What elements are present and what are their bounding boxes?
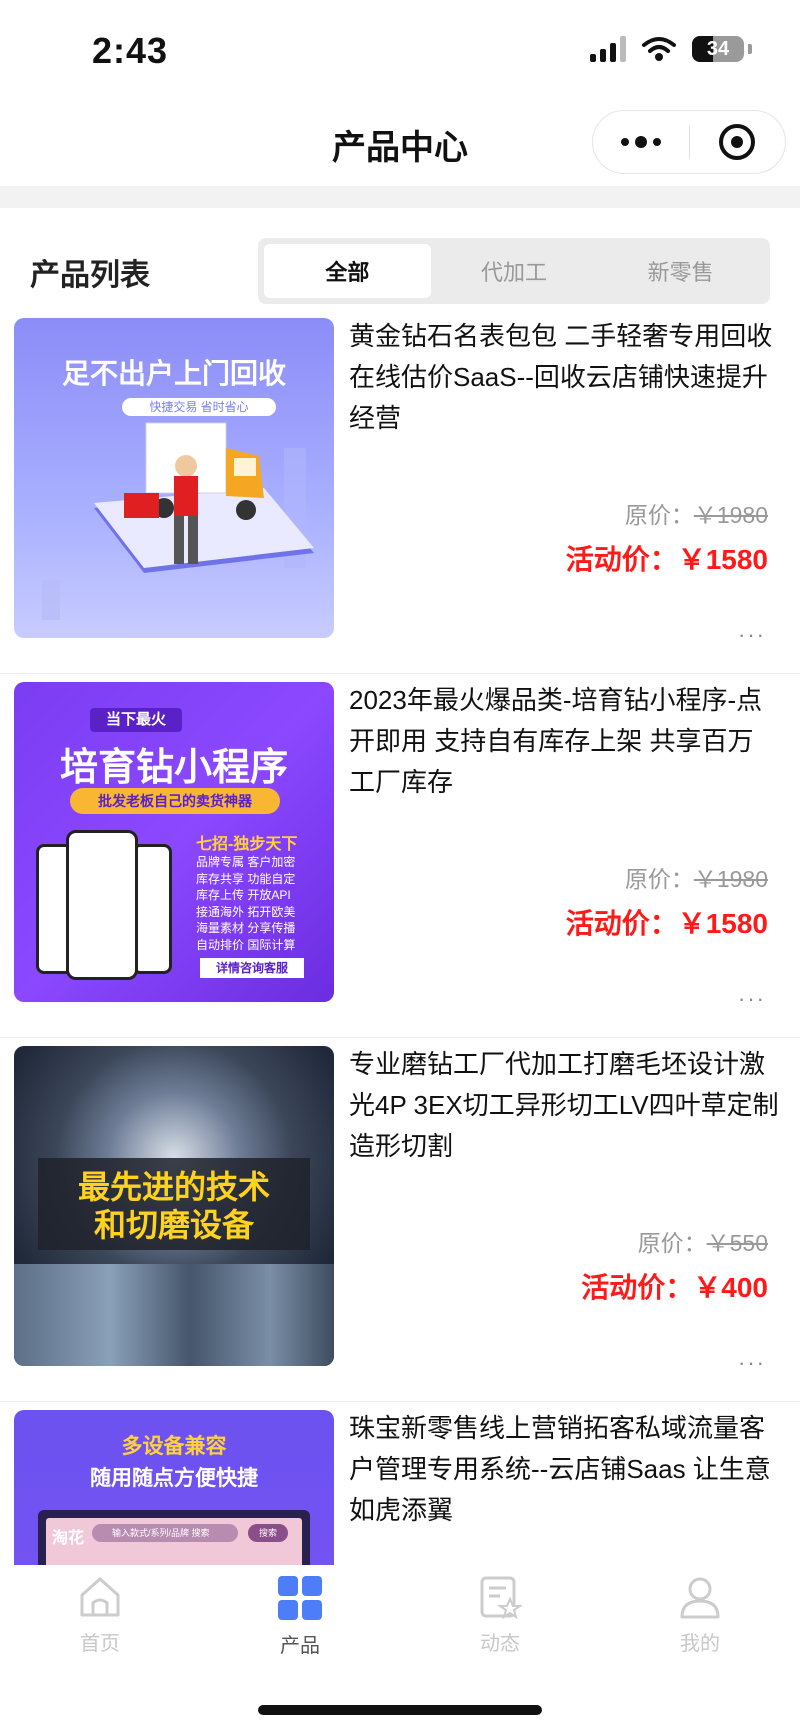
more-menu-button[interactable] — [593, 111, 689, 173]
original-price-value: ￥1980 — [693, 866, 768, 892]
product-card[interactable]: 多设备兼容 随用随点方便快捷 淘花 输入款式/系列/品牌 搜索 搜索 珠宝新零售… — [0, 1402, 800, 1565]
home-icon — [80, 1577, 120, 1617]
section-title: 产品列表 — [30, 259, 150, 292]
product-card[interactable]: 最先进的技术 和切磨设备 专业磨钻工厂代加工打磨毛坯设计激光4P 3EX切工异形… — [0, 1038, 800, 1402]
user-icon — [680, 1577, 720, 1619]
tab-label: 产品 — [280, 1635, 320, 1657]
original-price-value: ￥1980 — [693, 502, 768, 528]
product-card[interactable]: 足不出户上门回收 快捷交易 省时省心 黄金钻石名表包包 二手轻奢专用回收在线估价… — [0, 310, 800, 674]
mock-search-button: 搜索 — [248, 1524, 288, 1542]
sale-price-label: 活动价： — [581, 1272, 694, 1303]
battery-level: 34 — [706, 37, 730, 60]
feature-item: 海量素材 分享传播 — [196, 921, 296, 935]
sale-price-value: ￥1580 — [677, 908, 768, 939]
phone-mockups — [36, 830, 172, 980]
feature-list-title: 七招-独步天下 — [196, 836, 298, 853]
monitor-mockup: 淘花 输入款式/系列/品牌 搜索 搜索 — [38, 1510, 310, 1565]
feature-item: 品牌专属 客户加密 — [196, 855, 296, 869]
product-title[interactable]: 珠宝新零售线上营销拓客私域流量客户管理专用系统--云店铺Saas 让生意如虎添翼 — [349, 1408, 779, 1531]
product-list[interactable]: 足不出户上门回收 快捷交易 省时省心 黄金钻石名表包包 二手轻奢专用回收在线估价… — [0, 310, 800, 1565]
tab-profile[interactable]: 我的 — [600, 1565, 800, 1675]
battery-tip — [748, 44, 752, 54]
feature-item: 库存上传 开放API — [196, 888, 291, 902]
workshop-photo — [14, 1264, 334, 1366]
tab-label: 动态 — [480, 1633, 520, 1655]
sale-price: 活动价：￥1580 — [566, 538, 768, 578]
nav-header: 产品中心 — [0, 100, 800, 186]
sale-price: 活动价：￥1580 — [566, 902, 768, 942]
mock-search-field: 输入款式/系列/品牌 搜索 — [92, 1524, 238, 1542]
tab-all[interactable]: 全部 — [264, 244, 431, 298]
more-dots-icon — [620, 136, 661, 148]
image-subline: 快捷交易 省时省心 — [122, 398, 276, 416]
original-price-label: 原价： — [624, 866, 694, 892]
image-headline-2: 随用随点方便快捷 — [90, 1467, 258, 1490]
home-indicator — [258, 1705, 542, 1715]
product-title[interactable]: 2023年最火爆品类-培育钻小程序-点开即用 支持自有库存上架 共享百万工厂库存 — [349, 680, 779, 803]
tab-home[interactable]: 首页 — [0, 1565, 200, 1675]
image-headline: 培育钻小程序 — [59, 747, 288, 789]
image-headline-1: 多设备兼容 — [121, 1435, 227, 1458]
tab-label: 首页 — [80, 1633, 120, 1655]
sale-price: 活动价：￥400 — [581, 1266, 768, 1306]
sale-price-label: 活动价： — [565, 908, 678, 939]
status-time: 2:43 — [92, 30, 169, 71]
image-cta: 详情咨询客服 — [200, 958, 304, 978]
tab-label: 我的 — [680, 1633, 720, 1655]
product-title[interactable]: 专业磨钻工厂代加工打磨毛坯设计激光4P 3EX切工异形切工LV四叶草定制造形切割 — [349, 1044, 779, 1167]
tab-news[interactable]: 动态 — [400, 1565, 600, 1675]
product-image[interactable]: 足不出户上门回收 快捷交易 省时省心 — [14, 318, 334, 638]
feature-item: 自动排价 国际计算 — [196, 937, 296, 952]
image-tag: 当下最火 — [90, 708, 182, 732]
product-image[interactable]: 最先进的技术 和切磨设备 — [14, 1046, 334, 1366]
product-title[interactable]: 黄金钻石名表包包 二手轻奢专用回收在线估价SaaS--回收云店铺快速提升经营 — [349, 316, 779, 439]
brand-logo: 淘花 — [52, 1530, 85, 1547]
tab-oem[interactable]: 代加工 — [431, 244, 598, 298]
target-icon — [719, 124, 756, 160]
product-list-header: 产品列表 全部 代加工 新零售 — [0, 208, 800, 310]
image-headline-2: 和切磨设备 — [93, 1207, 254, 1243]
original-price: 原价：￥1980 — [625, 496, 768, 530]
divider-band — [0, 186, 800, 208]
original-price: 原价：￥1980 — [625, 860, 768, 894]
feature-list: 品牌专属 客户加密 库存共享 功能自定 库存上传 开放API 接通海外 拓开欧美… — [196, 854, 295, 953]
feature-item: 库存共享 功能自定 — [196, 871, 296, 886]
status-icons: 34 — [590, 36, 752, 62]
news-icon — [480, 1576, 522, 1619]
category-tabs: 全部 代加工 新零售 — [258, 238, 770, 304]
original-price-label: 原价： — [637, 1230, 707, 1256]
grid-icon — [278, 1576, 322, 1620]
feature-item: 接通海外 拓开欧美 — [196, 904, 296, 919]
tab-products[interactable]: 产品 — [200, 1565, 400, 1675]
sale-price-value: ￥400 — [693, 1272, 768, 1303]
image-headline: 足不出户上门回收 — [61, 358, 286, 389]
sale-price-value: ￥1580 — [677, 544, 768, 575]
wifi-icon — [642, 37, 676, 61]
tab-new-retail[interactable]: 新零售 — [597, 244, 764, 298]
sale-price-label: 活动价： — [565, 544, 678, 575]
product-image[interactable]: 多设备兼容 随用随点方便快捷 淘花 输入款式/系列/品牌 搜索 搜索 — [14, 1410, 334, 1565]
bottom-tab-bar: 首页 产品 动态 我的 — [0, 1565, 800, 1731]
original-price-value: ￥550 — [706, 1230, 768, 1256]
more-options-button[interactable]: ··· — [738, 622, 766, 648]
cellular-signal-icon — [590, 36, 626, 62]
more-options-button[interactable]: ··· — [738, 986, 766, 1012]
status-bar: 2:43 34 — [0, 0, 800, 100]
more-options-button[interactable]: ··· — [738, 1350, 766, 1376]
product-image[interactable]: 当下最火 培育钻小程序 批发老板自己的卖货神器 七招-独步天下 品牌专属 客户加… — [14, 682, 334, 1002]
close-miniprogram-button[interactable] — [690, 111, 786, 173]
original-price: 原价：￥550 — [638, 1224, 768, 1258]
image-subline: 批发老板自己的卖货神器 — [70, 788, 280, 814]
battery-icon: 34 — [692, 36, 744, 62]
product-card[interactable]: 当下最火 培育钻小程序 批发老板自己的卖货神器 七招-独步天下 品牌专属 客户加… — [0, 674, 800, 1038]
miniprogram-capsule — [592, 110, 786, 174]
original-price-label: 原价： — [624, 502, 694, 528]
